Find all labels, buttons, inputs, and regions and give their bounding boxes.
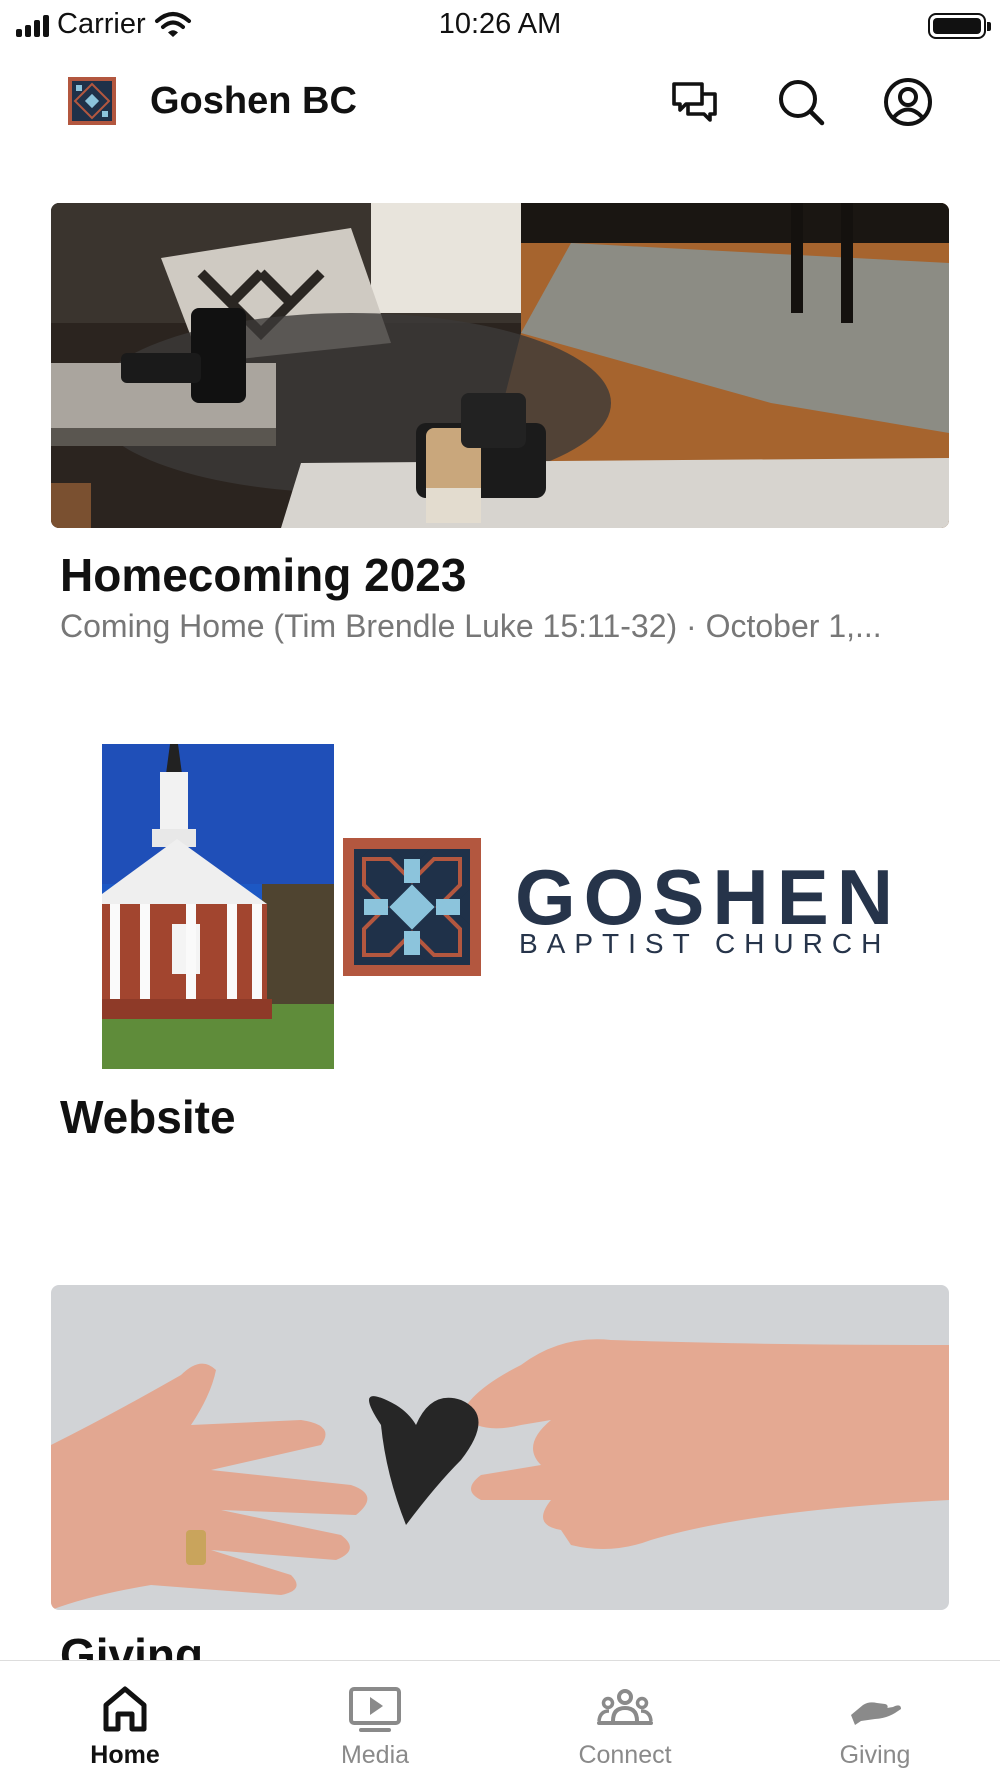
app-header: Goshen BC — [0, 62, 1000, 142]
search-icon[interactable] — [775, 76, 827, 128]
tab-connect[interactable]: Connect — [500, 1661, 750, 1778]
connect-icon — [597, 1681, 653, 1737]
giving-image[interactable] — [51, 1285, 949, 1610]
goshen-logo-icon — [343, 838, 481, 976]
tab-bar: Home Media Connect Giving — [0, 1660, 1000, 1778]
card-subtitle-homecoming: Coming Home (Tim Brendle Luke 15:11-32) … — [60, 608, 882, 644]
tab-label-connect: Connect — [578, 1741, 672, 1769]
tab-giving[interactable]: Giving — [750, 1661, 1000, 1778]
tab-home[interactable]: Home — [0, 1661, 250, 1778]
church-logo-icon — [68, 77, 116, 125]
tab-label-giving: Giving — [839, 1741, 911, 1769]
app-title: Goshen BC — [150, 80, 357, 122]
battery-icon — [928, 13, 991, 39]
giving-icon — [847, 1681, 903, 1737]
status-bar: Carrier 10:26 AM — [0, 0, 1000, 50]
card-title-website[interactable]: Website — [60, 1090, 236, 1144]
media-icon — [347, 1681, 403, 1737]
status-time: 10:26 AM — [438, 8, 562, 40]
goshen-logo-subtitle: BAPTIST CHURCH — [519, 928, 891, 959]
home-icon — [97, 1681, 153, 1737]
card-title-homecoming[interactable]: Homecoming 2023 — [60, 548, 466, 602]
tab-media[interactable]: Media — [250, 1661, 500, 1778]
profile-icon[interactable] — [882, 76, 934, 128]
chat-icon[interactable] — [669, 76, 721, 128]
tab-label-media: Media — [340, 1741, 410, 1769]
church-photo[interactable] — [102, 744, 334, 1069]
homecoming-image[interactable] — [51, 203, 949, 528]
tab-label-home: Home — [90, 1741, 160, 1769]
